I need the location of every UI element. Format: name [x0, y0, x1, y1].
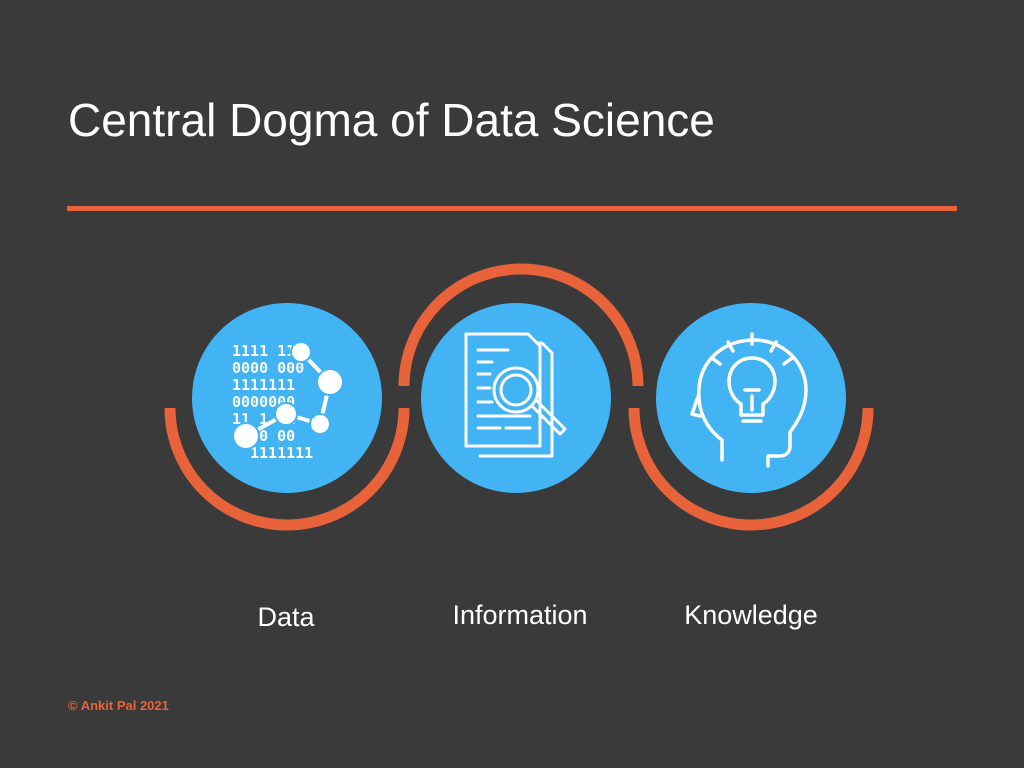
network-node: [232, 422, 260, 450]
network-node: [316, 368, 344, 396]
network-node: [274, 402, 298, 426]
network-node: [309, 413, 331, 435]
binary-row: 0000 000: [232, 359, 304, 377]
stage-label-knowledge: Knowledge: [684, 600, 818, 630]
dogma-diagram: 1111 111 0000 000 1111111 0000000 11 1 1…: [164, 263, 874, 531]
copyright-notice: © Ankit Pal 2021: [68, 698, 169, 713]
stage-label-information: Information: [452, 600, 588, 630]
binary-row: 1111111: [232, 376, 295, 394]
binary-row: 1111111: [250, 444, 313, 462]
network-node: [290, 341, 312, 363]
stage-label-data: Data: [257, 602, 315, 632]
